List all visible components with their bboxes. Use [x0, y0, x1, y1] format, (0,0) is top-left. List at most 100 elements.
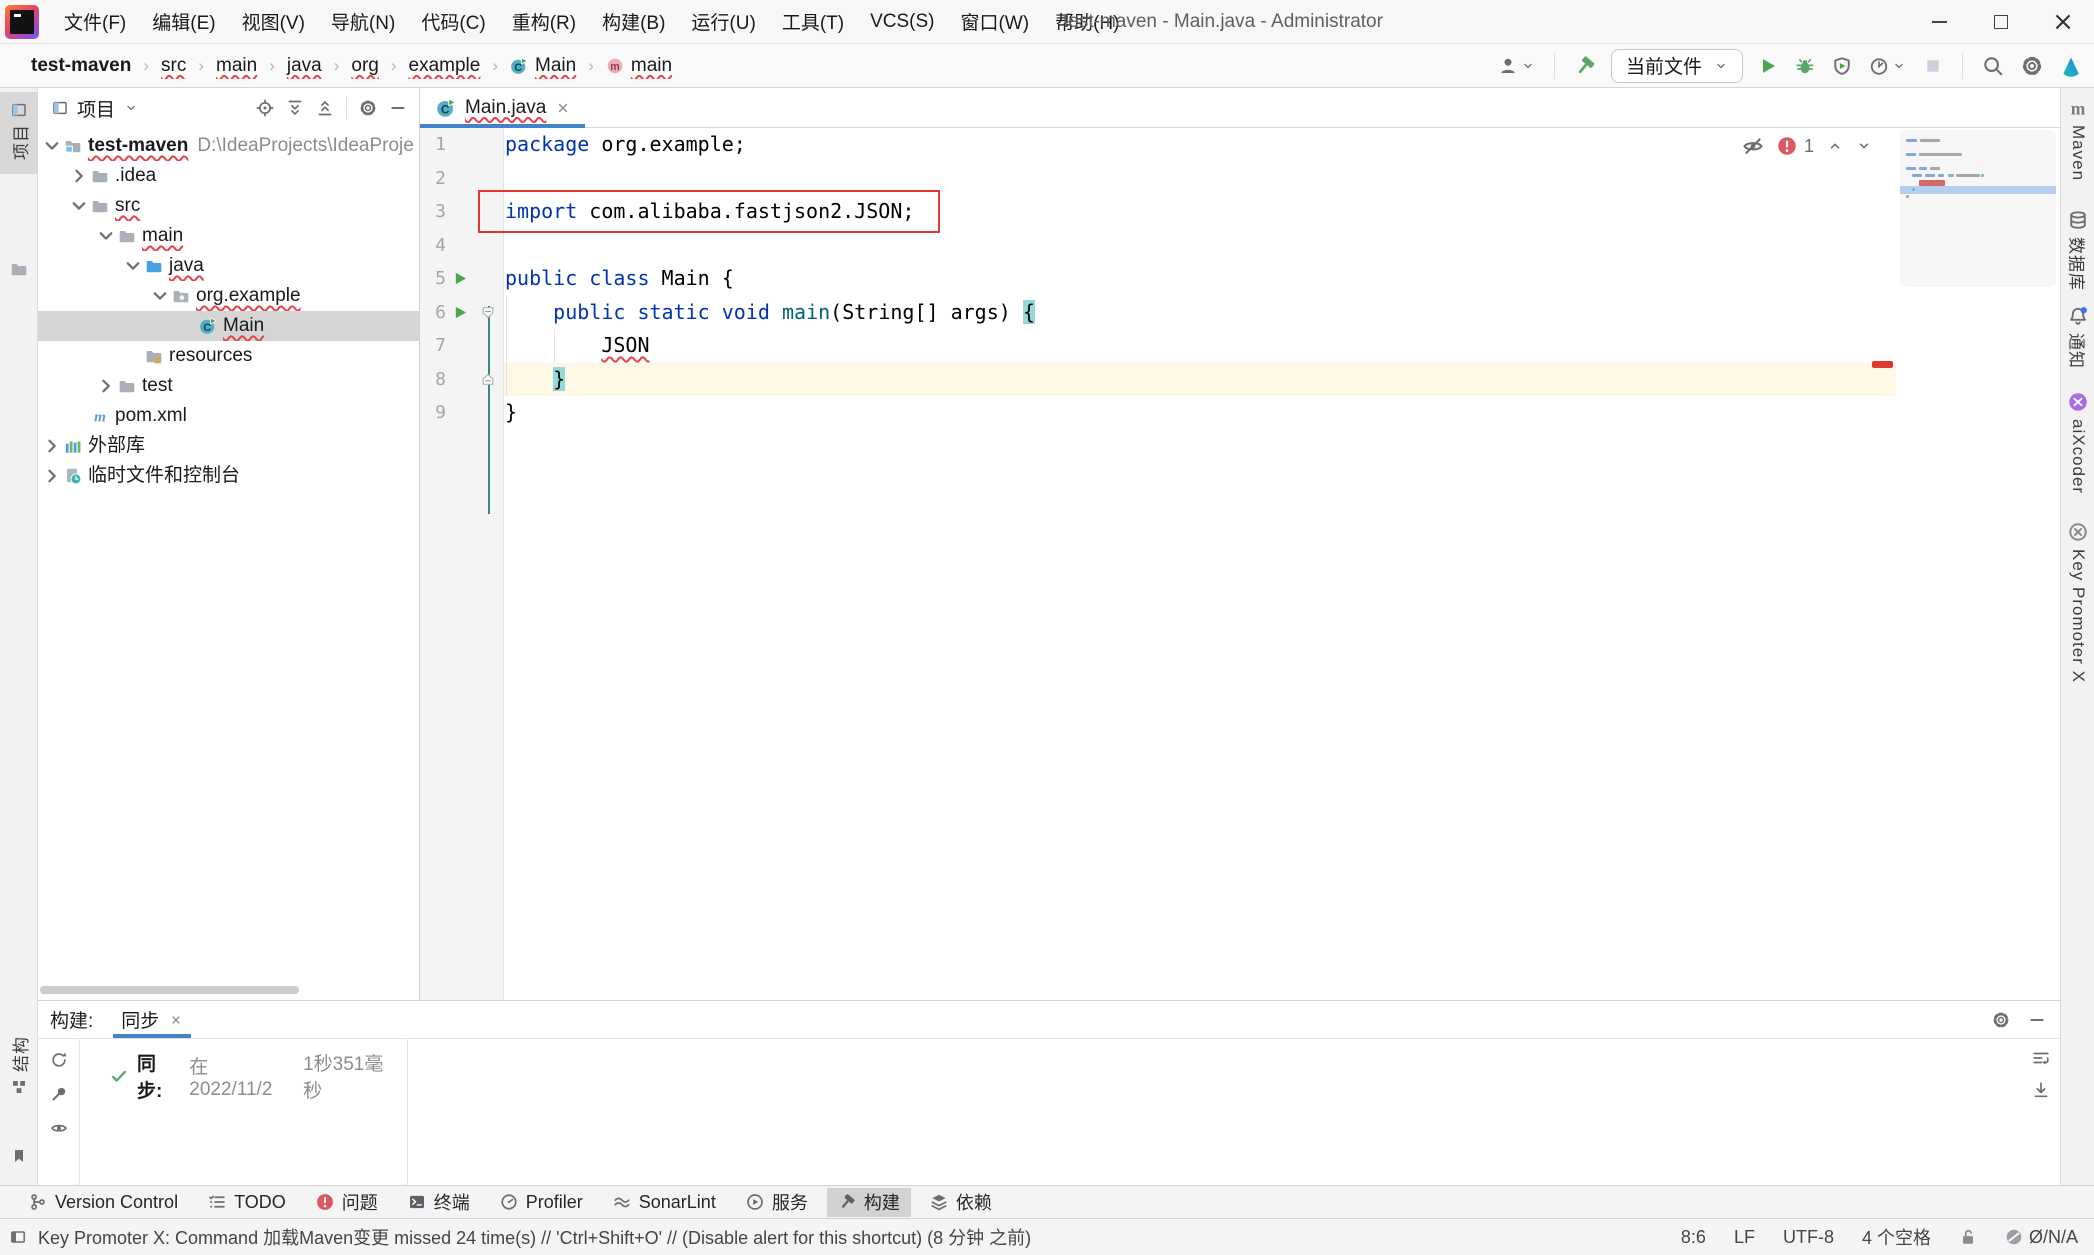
toolwindow-button-终端[interactable]: 终端: [397, 1188, 481, 1217]
breadcrumb-item-test-maven[interactable]: test-maven: [27, 53, 135, 79]
tree-item-test[interactable]: test: [38, 371, 419, 401]
menu-item-11[interactable]: 窗口(W): [949, 3, 1040, 40]
breadcrumb-item-java[interactable]: java: [283, 53, 326, 79]
code-editor[interactable]: 123456789 package org.example;import com…: [420, 128, 2094, 1000]
chevron-up-icon[interactable]: [1827, 138, 1843, 154]
tab-main-java[interactable]: C Main.java: [420, 88, 585, 127]
menu-item-9[interactable]: 工具(T): [771, 3, 855, 40]
menu-item-4[interactable]: 导航(N): [320, 3, 406, 40]
code-line-6[interactable]: public static void main(String[] args) {: [504, 296, 2094, 330]
code-line-5[interactable]: public class Main {: [504, 262, 2094, 296]
chevron-down-icon[interactable]: [94, 224, 118, 248]
run-configuration-select[interactable]: 当前文件: [1611, 49, 1743, 83]
stripe-button-aixcoder[interactable]: aiXcoder: [2061, 392, 2094, 494]
code-line-4[interactable]: [504, 229, 2094, 263]
chevron-right-icon[interactable]: [94, 374, 118, 398]
hide-panel-icon[interactable]: [389, 99, 407, 117]
breadcrumb-item-org[interactable]: org: [347, 53, 382, 79]
profile-button[interactable]: [1496, 54, 1537, 78]
status-widget-86[interactable]: 8:6: [1681, 1227, 1706, 1248]
stripe-button-bookmarks[interactable]: [0, 1148, 38, 1164]
profiler-button[interactable]: [1867, 54, 1908, 78]
eye-off-icon[interactable]: [1742, 135, 1764, 157]
menu-item-1[interactable]: 文件(F): [53, 3, 137, 40]
status-widget-utf8[interactable]: UTF-8: [1783, 1227, 1834, 1248]
refresh-icon[interactable]: [50, 1051, 68, 1069]
debug-button[interactable]: [1793, 54, 1817, 78]
close-icon[interactable]: [169, 1013, 183, 1027]
stripe-button-key-promoter-x[interactable]: Key Promoter X: [2061, 522, 2094, 683]
tree-item-Main[interactable]: CMain: [38, 311, 419, 341]
breadcrumb-item-main[interactable]: CMain: [506, 53, 580, 79]
gear-icon[interactable]: [359, 99, 377, 117]
menu-item-10[interactable]: VCS(S): [859, 6, 945, 38]
run-button[interactable]: [1756, 54, 1780, 78]
stripe-button-maven[interactable]: mMaven: [2061, 98, 2094, 181]
status-widget-lf[interactable]: LF: [1734, 1227, 1755, 1248]
run-line-icon[interactable]: [453, 296, 471, 330]
coverage-button[interactable]: [1830, 54, 1854, 78]
collapse-all-icon[interactable]: [316, 99, 334, 117]
build-project-button[interactable]: [1572, 53, 1598, 79]
toolwindow-button-问题[interactable]: 问题: [305, 1188, 389, 1217]
menu-item-5[interactable]: 代码(C): [410, 3, 496, 40]
toolwindow-button-依赖[interactable]: 依赖: [919, 1188, 1003, 1217]
menu-item-3[interactable]: 视图(V): [231, 3, 316, 40]
menu-item-2[interactable]: 编辑(E): [141, 3, 226, 40]
tree-item-resources[interactable]: resources: [38, 341, 419, 371]
tree-item-pom.xml[interactable]: mpom.xml: [38, 401, 419, 431]
fold-close-icon[interactable]: [480, 363, 498, 397]
stripe-button-通知[interactable]: 通知: [2061, 306, 2094, 369]
tree-item-java[interactable]: java: [38, 251, 419, 281]
tree-item-main[interactable]: main: [38, 221, 419, 251]
soft-wrap-icon[interactable]: [2032, 1049, 2050, 1067]
close-button[interactable]: ×: [2032, 0, 2094, 44]
breadcrumb-item-src[interactable]: src: [157, 53, 190, 79]
tree-item-org.example[interactable]: org.example: [38, 281, 419, 311]
gear-icon[interactable]: [1992, 1011, 2010, 1029]
breadcrumb-item-main[interactable]: mmain: [602, 53, 676, 79]
stripe-button-project[interactable]: 项目: [0, 92, 38, 174]
tree-item-临时文件和控制台[interactable]: 临时文件和控制台: [38, 461, 419, 491]
toolwindow-button-profiler[interactable]: Profiler: [489, 1188, 594, 1217]
build-status-row[interactable]: 同步: 在 2022/11/2 1秒351毫秒: [110, 1049, 400, 1103]
toolwindow-button-todo[interactable]: TODO: [197, 1188, 297, 1217]
horizontal-scrollbar[interactable]: [40, 986, 299, 994]
stripe-button-structure[interactable]: 结构: [0, 1036, 38, 1095]
chevron-down-icon[interactable]: [67, 194, 91, 218]
code-line-8[interactable]: }: [504, 363, 2094, 397]
tree-item-.idea[interactable]: .idea: [38, 161, 419, 191]
chevron-down-icon[interactable]: [124, 101, 138, 115]
code-line-7[interactable]: JSON: [504, 329, 2094, 363]
stripe-button-数据库[interactable]: 数据库: [2061, 210, 2094, 291]
fold-open-icon[interactable]: [480, 296, 498, 330]
menu-item-7[interactable]: 构建(B): [591, 3, 676, 40]
settings-button[interactable]: [2019, 53, 2045, 79]
stop-button[interactable]: [1921, 54, 1945, 78]
code-minimap[interactable]: [1900, 130, 2056, 287]
panel-toggle-icon[interactable]: [10, 1229, 26, 1245]
close-icon[interactable]: [555, 100, 571, 116]
menu-item-8[interactable]: 运行(U): [680, 3, 766, 40]
toolwindow-button-version-control[interactable]: Version Control: [18, 1188, 189, 1217]
chevron-down-icon[interactable]: [40, 134, 64, 158]
stripe-button-folder[interactable]: [0, 260, 38, 278]
pin-icon[interactable]: [50, 1085, 68, 1103]
chevron-right-icon[interactable]: [40, 464, 64, 488]
ide-update-button[interactable]: [2058, 53, 2084, 79]
expand-all-icon[interactable]: [286, 99, 304, 117]
breadcrumb-item-example[interactable]: example: [405, 53, 485, 79]
menu-item-6[interactable]: 重构(R): [501, 3, 587, 40]
maximize-button[interactable]: [1970, 0, 2032, 44]
tree-item-src[interactable]: src: [38, 191, 419, 221]
tab-sync[interactable]: 同步: [119, 1001, 185, 1038]
search-everywhere-button[interactable]: [1980, 53, 2006, 79]
minimize-button[interactable]: [1908, 0, 1970, 44]
toolwindow-button-服务[interactable]: 服务: [735, 1188, 819, 1217]
status-widget-4[interactable]: 4 个空格: [1862, 1224, 1931, 1250]
tree-item-test-maven[interactable]: test-mavenD:\IdeaProjects\IdeaProje: [38, 131, 419, 161]
build-output-tree[interactable]: 同步: 在 2022/11/2 1秒351毫秒: [80, 1039, 407, 1185]
status-widget-na[interactable]: Ø/N/A: [2005, 1227, 2078, 1248]
run-line-icon[interactable]: [453, 262, 471, 296]
eye-icon[interactable]: [50, 1119, 68, 1137]
